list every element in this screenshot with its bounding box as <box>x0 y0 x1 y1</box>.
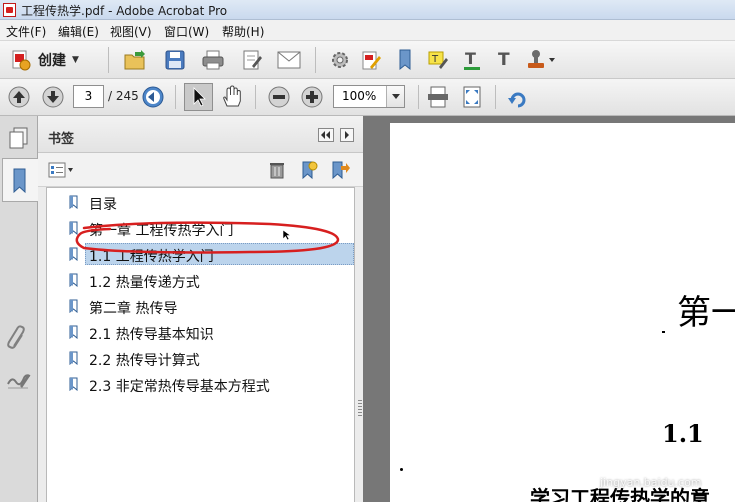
menu-help[interactable]: 帮助(H) <box>222 23 264 40</box>
fit-width-icon[interactable] <box>461 85 483 109</box>
print-icon[interactable] <box>201 49 225 71</box>
zoom-in-icon[interactable] <box>301 86 323 108</box>
bookmark-tools <box>38 153 363 187</box>
open-folder-icon[interactable] <box>123 49 147 71</box>
bookmark-icon <box>13 168 26 194</box>
chevron-down-icon: ▼ <box>72 55 79 65</box>
bookmark-icon <box>69 195 78 209</box>
page-number-input[interactable]: 3 <box>73 85 104 108</box>
bookmark-label: 2.1 热传导基本知识 <box>89 327 214 343</box>
options-menu-icon[interactable] <box>48 162 74 178</box>
fit-page-icon[interactable] <box>427 85 449 109</box>
attachments-paperclip-icon[interactable] <box>7 324 29 352</box>
page-speck <box>662 331 665 333</box>
stamp-icon[interactable] <box>524 48 558 72</box>
menu-view[interactable]: 视图(V) <box>110 23 152 40</box>
zoom-value: 100% <box>342 89 377 103</box>
menu-bar: 文件(F) 编辑(E) 视图(V) 窗口(W) 帮助(H) <box>0 20 735 41</box>
panel-title: 书签 <box>48 132 75 147</box>
edit-document-icon[interactable] <box>241 49 263 71</box>
bookmark-label: 第二章 热传导 <box>89 301 178 317</box>
bookmark-icon <box>69 273 78 287</box>
next-page-icon[interactable] <box>42 86 64 108</box>
zoom-select[interactable]: 100% <box>333 85 405 108</box>
page-thumbnails-icon[interactable] <box>8 126 30 150</box>
hand-tool-icon[interactable] <box>220 85 244 109</box>
select-tool-button[interactable] <box>184 83 213 111</box>
main-toolbar: 创建 ▼ T T T <box>0 41 735 79</box>
panel-header: 书签 <box>38 116 363 153</box>
bookmark-from-selection-icon[interactable] <box>329 160 351 180</box>
section-number: 1.1 <box>662 419 704 448</box>
page-total-label: / 245 <box>108 89 139 103</box>
page-speck <box>400 468 403 471</box>
bookmark-label: 目录 <box>89 197 117 213</box>
menu-file[interactable]: 文件(F) <box>6 23 46 40</box>
add-text-icon[interactable]: T <box>495 49 515 71</box>
mouse-cursor-icon <box>282 229 292 241</box>
bookmark-icon <box>69 325 78 339</box>
svg-text:T: T <box>465 49 476 68</box>
create-button[interactable]: 创建 ▼ <box>10 49 79 71</box>
signatures-icon[interactable] <box>6 368 32 390</box>
bookmark-label: 2.3 非定常热传导基本方程式 <box>89 379 270 395</box>
sign-document-icon[interactable] <box>360 49 382 71</box>
watermark: jingyan.baidu.com <box>600 476 702 489</box>
zoom-out-icon[interactable] <box>268 86 290 108</box>
bookmark-label: 1.2 热量传递方式 <box>89 275 200 291</box>
bookmark-icon <box>69 377 78 391</box>
gear-icon[interactable] <box>330 50 350 70</box>
menu-window[interactable]: 窗口(W) <box>164 23 209 40</box>
bookmark-item[interactable]: 2.3 非定常热传导基本方程式 <box>47 374 354 396</box>
rotate-icon[interactable] <box>507 86 529 108</box>
new-bookmark-icon[interactable] <box>299 160 319 180</box>
window-title: 工程传热学.pdf - Adobe Acrobat Pro <box>21 4 228 18</box>
create-pdf-icon <box>12 50 31 71</box>
bookmark-item[interactable]: 2.1 热传导基本知识 <box>47 322 354 344</box>
save-icon[interactable] <box>164 49 186 71</box>
create-label: 创建 <box>38 53 66 69</box>
expand-panel-icon[interactable] <box>340 128 354 142</box>
bookmark-item[interactable]: 1.2 热量传递方式 <box>47 270 354 292</box>
annotation-circle <box>75 221 340 254</box>
bookmark-icon <box>69 299 78 313</box>
chevron-down-icon[interactable] <box>386 86 404 107</box>
collapse-panel-icon[interactable] <box>318 128 334 142</box>
email-icon[interactable] <box>277 51 301 69</box>
bookmark-icon <box>69 351 78 365</box>
panel-resize-grip[interactable] <box>358 400 362 418</box>
bookmark-label: 2.2 热传导计算式 <box>89 353 200 369</box>
bookmark-add-icon[interactable] <box>397 49 415 71</box>
document-page: 第一 1.1 学习工程传热学的意 <box>390 123 735 502</box>
bookmarks-panel: 书签 目录 第一章 工程传热学入门 1.1 工程传热学入门 1.2 热量传递方式… <box>38 116 363 502</box>
bookmark-item[interactable]: 第二章 热传导 <box>47 296 354 318</box>
svg-text:T: T <box>431 54 439 65</box>
bookmarks-rail-button[interactable] <box>2 158 38 202</box>
acrobat-pdf-icon <box>3 3 16 17</box>
go-back-icon[interactable] <box>142 86 164 108</box>
menu-edit[interactable]: 编辑(E) <box>58 23 99 40</box>
svg-text:T: T <box>498 50 510 70</box>
chapter-heading: 第一 <box>677 293 735 333</box>
bookmark-item[interactable]: 目录 <box>47 192 354 214</box>
delete-trash-icon[interactable] <box>269 161 285 179</box>
title-bar: 工程传热学.pdf - Adobe Acrobat Pro <box>0 0 735 20</box>
underline-text-icon[interactable]: T <box>462 49 482 71</box>
cursor-arrow-icon <box>193 87 206 107</box>
bookmark-item[interactable]: 2.2 热传导计算式 <box>47 348 354 370</box>
highlight-text-icon[interactable]: T <box>427 49 449 71</box>
previous-page-icon[interactable] <box>8 86 30 108</box>
